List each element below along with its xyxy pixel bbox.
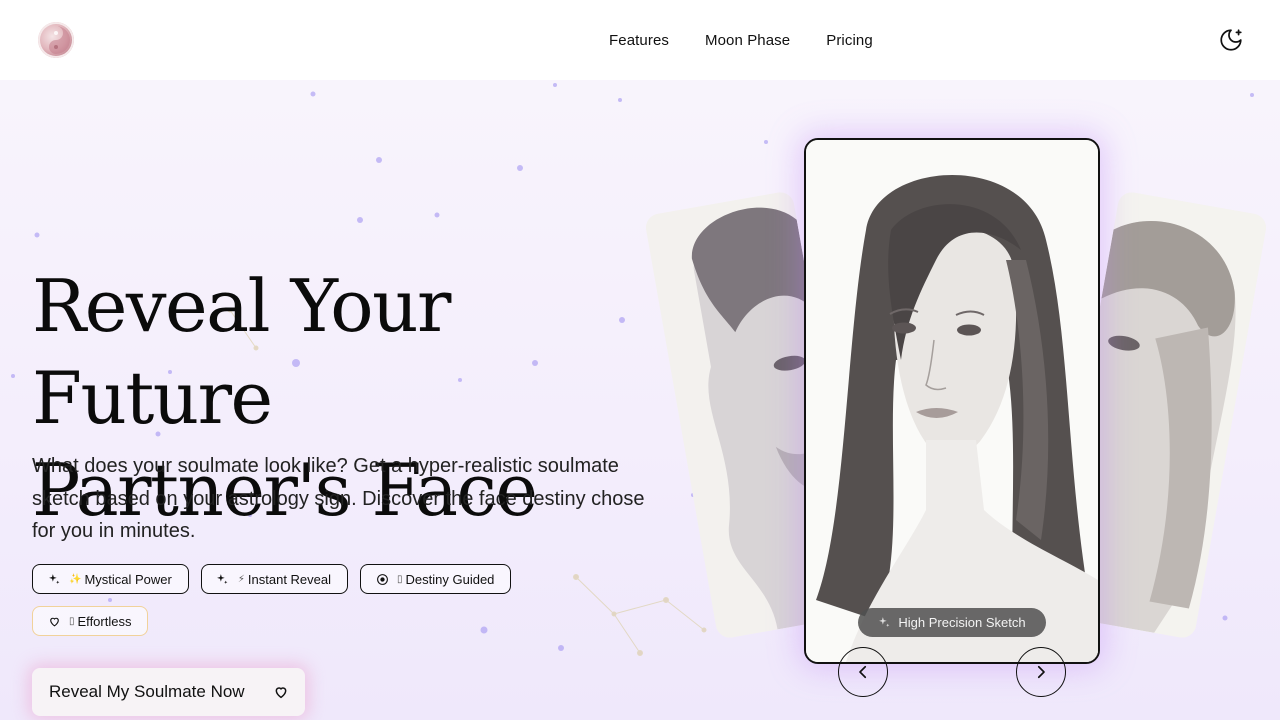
nav-pricing-link[interactable]: Pricing (826, 32, 873, 49)
heart-icon (275, 687, 287, 699)
carousel-prev-button[interactable] (838, 647, 888, 697)
high-precision-label: High Precision Sketch (898, 615, 1026, 630)
chevron-left-icon (859, 665, 867, 679)
moon-sparkle-icon (1220, 29, 1242, 51)
chevron-right-icon (1037, 665, 1045, 679)
yin-yang-logo-icon[interactable] (38, 22, 74, 58)
badge-prefix-glyph: ▯ (69, 615, 75, 627)
cta-label: Reveal My Soulmate Now (49, 682, 245, 701)
badge-label: Effortless (77, 613, 132, 629)
badge-instant-reveal: ⚡ Instant Reveal (200, 564, 349, 594)
carousel-next-button[interactable] (1016, 647, 1066, 697)
nav-features-link[interactable]: Features (609, 32, 669, 49)
nav-moon-phase-link[interactable]: Moon Phase (705, 32, 790, 49)
reveal-soulmate-button[interactable]: Reveal My Soulmate Now (32, 668, 305, 716)
sparkles-icon (216, 572, 230, 586)
badge-label: Destiny Guided (405, 571, 495, 587)
high-precision-badge: High Precision Sketch (858, 608, 1046, 637)
badge-mystical-power: ✨ Mystical Power (32, 564, 189, 594)
badge-label: Instant Reveal (247, 571, 332, 587)
badge-prefix-glyph: ⚡ (237, 573, 245, 585)
sparkles-icon (47, 572, 61, 586)
badge-label: Mystical Power (84, 571, 172, 587)
hero-title-line-1: Reveal Your Future (32, 264, 451, 440)
heart-icon (47, 614, 61, 628)
hero-subtitle: What does your soulmate look like? Get a… (32, 455, 645, 542)
badge-destiny-guided: ▯ Destiny Guided (360, 564, 512, 594)
badge-prefix-glyph: ✨ (69, 573, 82, 585)
feature-badges: ✨ Mystical Power ⚡ Instant Reveal ▯ Dest… (32, 564, 592, 636)
sparkles-icon (878, 616, 891, 629)
site-header: Features Moon Phase Pricing (0, 0, 1280, 80)
soulmate-sketch-portrait (806, 140, 1098, 662)
theme-toggle-button[interactable] (1218, 27, 1244, 53)
target-icon (375, 572, 389, 586)
main-nav: Features Moon Phase Pricing (591, 0, 891, 80)
badge-prefix-glyph: ▯ (397, 573, 403, 585)
badge-effortless: ▯ Effortless (32, 606, 149, 636)
carousel-card-active[interactable] (804, 138, 1100, 664)
